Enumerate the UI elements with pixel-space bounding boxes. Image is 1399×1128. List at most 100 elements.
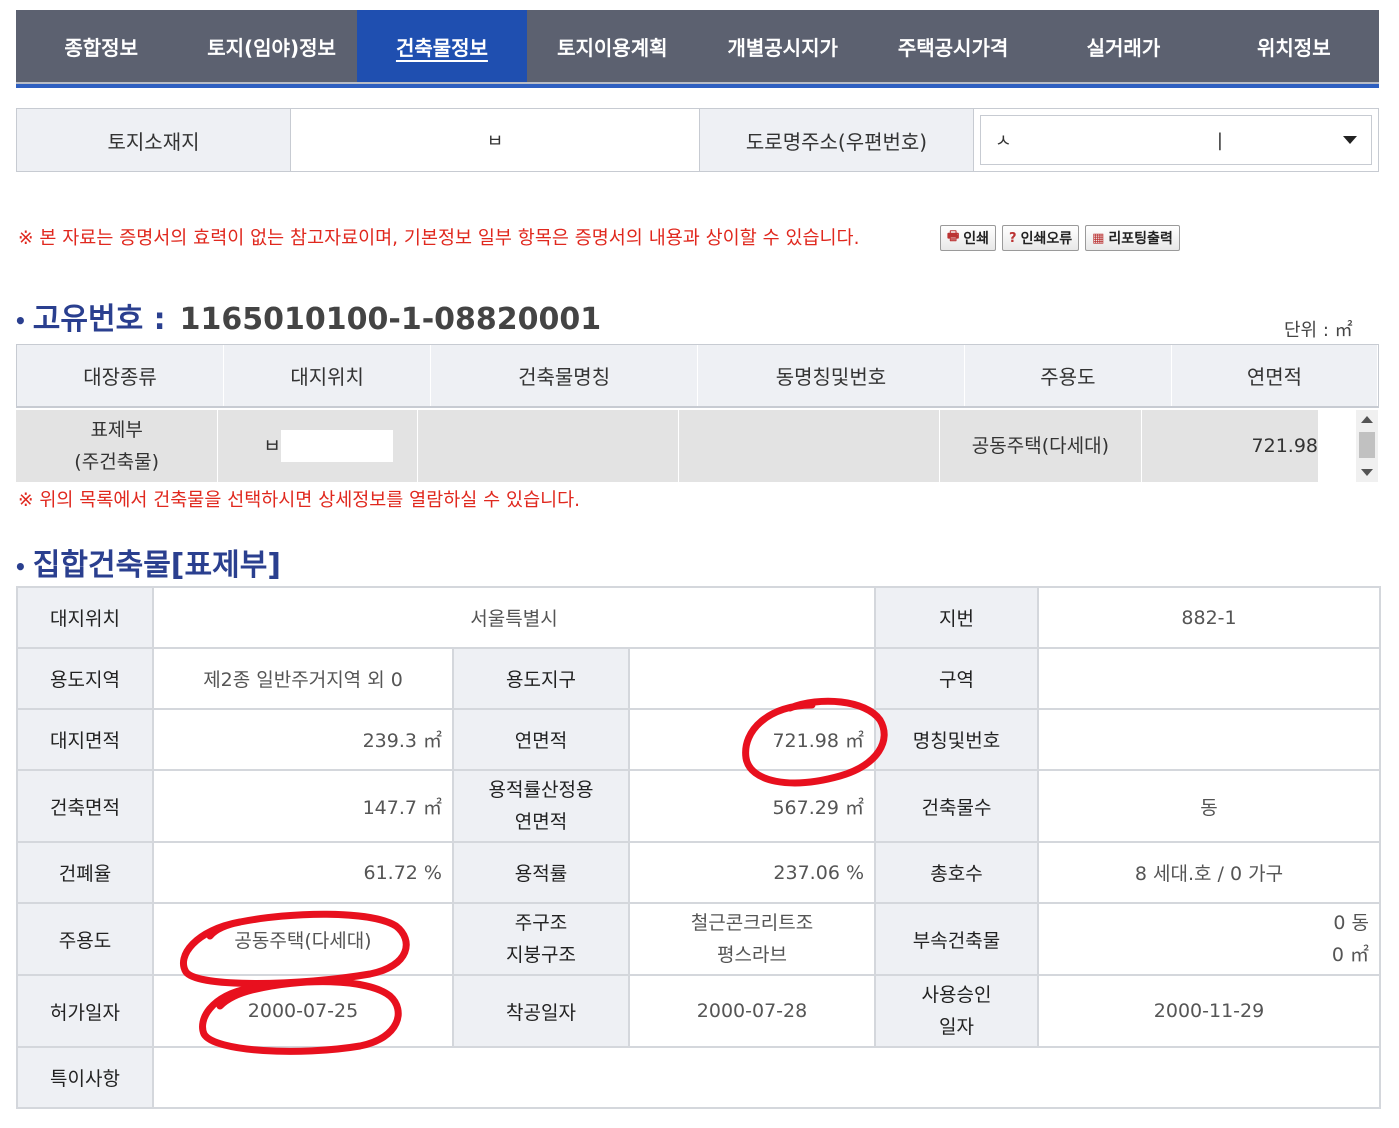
row-main-use: 공동주택(다세대) [940,410,1142,482]
road-address-label: 도로명주소(우편번호) [700,109,974,171]
approval-label-2: 일자 [939,1016,974,1038]
area-value [1037,647,1381,710]
units-label: 총호수 [874,841,1039,904]
tab-housing-price[interactable]: 주택공시가격 [868,10,1038,82]
name-label: 명칭및번호 [874,708,1039,771]
name-value [1037,708,1381,771]
building-list-header: 대장종류 대지위치 건축물명칭 동명칭및번호 주용도 연면적 [16,344,1379,408]
col-register-type: 대장종류 [17,345,225,406]
dropdown-caret-icon [1343,136,1357,144]
start-label: 착공일자 [452,974,630,1048]
scroll-down-icon[interactable] [1361,469,1373,476]
floor-area-label: 연면적 [452,708,630,771]
approval-label-1: 사용승인 [921,984,992,1006]
area-label: 구역 [874,647,1039,710]
select-building-notice: ※ 위의 목록에서 건축물을 선택하시면 상세정보를 열람하실 수 있습니다. [18,490,581,511]
row-building-name [418,410,680,482]
col-building-name: 건축물명칭 [431,345,699,406]
bullet-icon: • [14,308,27,333]
road-address-value-end: | [1216,129,1223,151]
lot-label: 지번 [874,586,1039,649]
unit-label: 단위 : ㎡ [1284,320,1353,341]
detail-row-bcr: 건폐율 61.72 % 용적률 237.06 % 총호수 8 세대.호 / 0 … [16,841,1381,904]
scroll-up-icon[interactable] [1361,416,1373,423]
approval-label: 사용승인일자 [874,974,1039,1048]
remarks-label: 특이사항 [16,1046,154,1109]
tab-land-info[interactable]: 토지(임야)정보 [186,10,356,82]
detail-row-land-area: 대지면적 239.3 ㎡ 연면적 721.98 ㎡ 명칭및번호 [16,708,1381,771]
scroll-thumb[interactable] [1359,432,1375,458]
far-area-label: 용적률산정용연면적 [452,769,630,843]
row-site-location: ㅂ [218,410,418,482]
report-button[interactable]: ▦ 리포팅출력 [1085,225,1180,251]
row-register-type-line2: (주건축물) [74,451,160,473]
question-icon: ? [1009,230,1017,246]
road-address-select[interactable]: ㅅ | [980,115,1372,165]
tab-building-info[interactable]: 건축물정보 [356,10,528,82]
col-dong-name: 동명칭및번호 [698,345,965,406]
use-value: 공동주택(다세대) [152,902,454,976]
far-area-label-1: 용적률산정용 [488,779,594,801]
section-title: 집합건축물[표제부] [32,548,282,583]
road-address-value: ㅅ [995,131,1012,152]
remarks-value [152,1046,1381,1109]
annex-value-1: 0 동 [1333,912,1369,934]
col-site-location: 대지위치 [224,345,432,406]
row-site-location-value: ㅂ [263,435,281,457]
count-value: 동 [1037,769,1381,843]
tab-overview[interactable]: 종합정보 [16,10,186,82]
site-label: 대지위치 [16,586,154,649]
unique-number-label: 고유번호 : [32,302,166,337]
land-location-label: 토지소재지 [17,109,291,171]
report-icon: ▦ [1092,230,1105,246]
print-error-button-label: 인쇄오류 [1020,231,1073,247]
building-area-label: 건축면적 [16,769,154,843]
tab-underline [16,84,1379,88]
annex-label: 부속건축물 [874,902,1039,976]
structure-label-1: 주구조 [514,912,568,934]
detail-row-building-area: 건축면적 147.7 ㎡ 용적률산정용 연면적 567.29 ㎡ 건축물수 동 [16,769,1381,843]
permit-label: 허가일자 [16,974,154,1048]
print-button[interactable]: 🖶 인쇄 [940,225,997,251]
main-tabs: 종합정보 토지(임야)정보 건축물정보 토지이용계획 개별공시지가 주택공시가격… [16,10,1379,86]
tab-land-use-plan[interactable]: 토지이용계획 [527,10,697,82]
tab-real-transactions[interactable]: 실거래가 [1038,10,1208,82]
annex-value: 0 동0 ㎡ [1037,902,1381,976]
redaction-box [280,430,393,462]
unique-number-value: 1165010100-1-08820001 [179,302,602,337]
col-main-use: 주용도 [965,345,1172,406]
far-label: 용적률 [452,841,630,904]
far-area-label-2: 연면적 [514,811,568,833]
district-value [628,647,876,710]
bcr-value: 61.72 % [152,841,454,904]
units-value: 8 세대.호 / 0 가구 [1037,841,1381,904]
permit-value: 2000-07-25 [152,974,454,1048]
list-scrollbar[interactable] [1356,410,1378,482]
tab-official-land-price[interactable]: 개별공시지가 [698,10,868,82]
structure-value-2: 평스라브 [717,944,787,966]
zone-label: 용도지역 [16,647,154,710]
print-button-label: 인쇄 [963,231,990,247]
action-buttons: 🖶 인쇄 ? 인쇄오류 ▦ 리포팅출력 [940,225,1180,251]
far-area-value: 567.29 ㎡ [628,769,876,843]
disclaimer-notice: ※ 본 자료는 증명서의 효력이 없는 참고자료이며, 기본정보 일부 항목은 … [18,228,860,249]
structure-value: 철근콘크리트조 평스라브 [628,902,876,976]
tab-location[interactable]: 위치정보 [1209,10,1379,82]
row-dong-name [679,410,941,482]
floor-area-value: 721.98 ㎡ [628,708,876,771]
lot-value: 882-1 [1037,586,1381,649]
detail-row-site: 대지위치 서울특별시 지번 882-1 [16,586,1381,649]
print-error-button[interactable]: ? 인쇄오류 [1002,225,1080,251]
zone-value: 제2종 일반주거지역 외 0 [152,647,454,710]
structure-label: 주구조 지붕구조 [452,902,630,976]
site-value: 서울특별시 [152,586,876,649]
detail-row-use: 주용도 공동주택(다세대) 주구조 지붕구조 철근콘크리트조 평스라브 부속건축물 … [16,902,1381,976]
approval-value: 2000-11-29 [1037,974,1381,1048]
bullet-icon: • [14,554,27,579]
building-list-row[interactable]: 표제부 (주건축물) ㅂ 공동주택(다세대) 721.98 [16,410,1318,482]
building-area-value: 147.7 ㎡ [152,769,454,843]
start-value: 2000-07-28 [628,974,876,1048]
print-icon: 🖶 [947,229,960,244]
detail-row-dates: 허가일자 2000-07-25 착공일자 2000-07-28 사용승인일자 2… [16,974,1381,1048]
bcr-label: 건폐율 [16,841,154,904]
